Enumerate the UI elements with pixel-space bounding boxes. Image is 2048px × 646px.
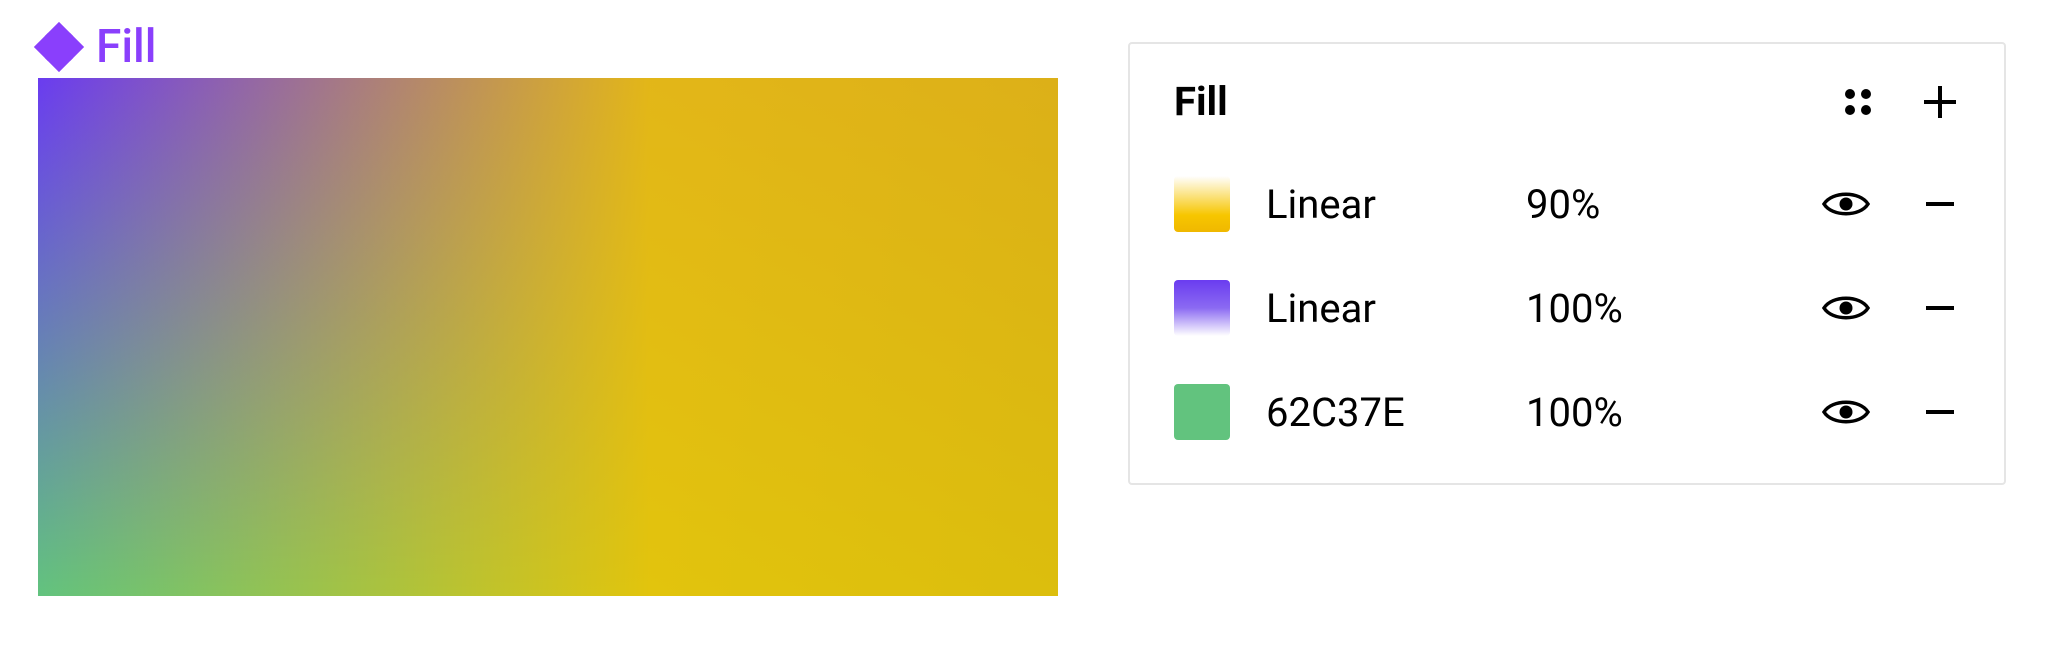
remove-fill-icon[interactable] [1920,288,1960,328]
canvas-layer-name: Fill [96,24,157,70]
fill-opacity-value[interactable]: 100% [1526,389,1696,436]
fill-panel-header: Fill [1174,78,1960,125]
fill-preview[interactable] [38,78,1058,596]
fill-row: Linear 100% [1174,271,1960,345]
visibility-toggle-icon[interactable] [1822,189,1870,219]
add-fill-icon[interactable] [1920,82,1960,122]
visibility-toggle-icon[interactable] [1822,397,1870,427]
visibility-toggle-icon[interactable] [1822,293,1870,323]
fill-panel: Fill [1128,42,2006,485]
component-icon [36,24,82,70]
fill-panel-title: Fill [1174,78,1840,125]
fill-swatch[interactable] [1174,384,1230,440]
fill-type-label[interactable]: Linear [1266,285,1526,332]
fill-swatch[interactable] [1174,176,1230,232]
remove-fill-icon[interactable] [1920,184,1960,224]
fill-opacity-value[interactable]: 90% [1526,181,1696,228]
fill-type-label[interactable]: Linear [1266,181,1526,228]
fill-type-label[interactable]: 62C37E [1266,389,1526,436]
preview-layer-linear-yellow [38,78,1058,596]
fill-swatch[interactable] [1174,280,1230,336]
style-picker-icon[interactable] [1840,84,1876,120]
canvas-layer-label[interactable]: Fill [36,24,157,70]
fill-opacity-value[interactable]: 100% [1526,285,1696,332]
fill-row: Linear 90% [1174,167,1960,241]
remove-fill-icon[interactable] [1920,392,1960,432]
fill-row: 62C37E 100% [1174,375,1960,449]
